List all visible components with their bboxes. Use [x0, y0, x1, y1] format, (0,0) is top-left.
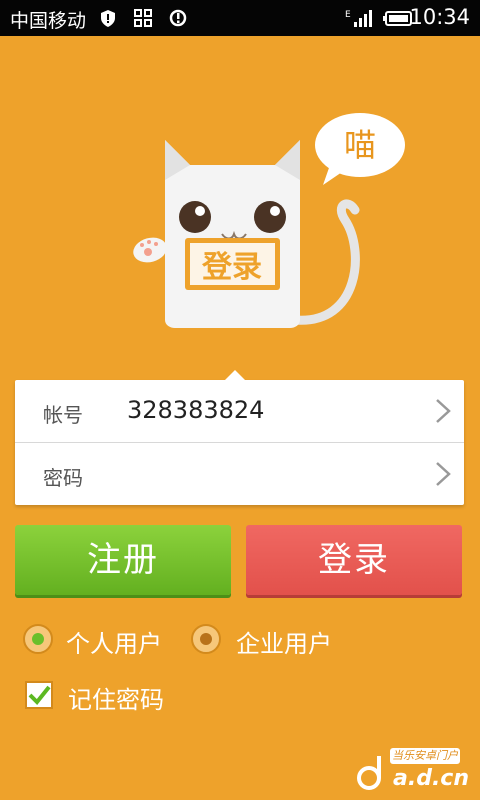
register-button[interactable]: 注册 — [15, 525, 231, 595]
form-pointer — [225, 370, 245, 380]
remember-password-checkbox[interactable] — [25, 681, 53, 709]
check-icon — [28, 685, 51, 705]
signal-icon: E — [345, 10, 372, 27]
watermark-bottom-text: a.d.cn — [393, 766, 470, 791]
speech-text: 喵 — [344, 126, 376, 164]
watermark-top-text: 当乐安卓门户 — [390, 748, 460, 764]
password-label: 密码 — [43, 466, 83, 490]
carrier-name: 中国移动 — [10, 10, 87, 32]
status-bar: 中国移动 E 10:34 — [0, 0, 480, 36]
radio-selected-dot — [32, 633, 44, 645]
account-input[interactable]: 328383824 — [127, 396, 264, 424]
app-grid-icon — [134, 9, 152, 27]
svg-text:E: E — [345, 10, 351, 20]
sync-icon — [169, 9, 187, 27]
enterprise-user-label[interactable]: 企业用户 — [236, 624, 332, 659]
personal-user-radio[interactable] — [23, 624, 53, 654]
speech-bubble: 喵 — [315, 113, 405, 185]
chevron-right-icon — [436, 399, 451, 423]
account-field[interactable]: 帐号 328383824 — [15, 380, 464, 442]
radio-unselected-dot — [200, 633, 212, 645]
dcn-logo-icon — [357, 756, 381, 790]
account-label: 帐号 — [43, 403, 83, 427]
cat-mascot: 喵 登录 — [133, 113, 405, 328]
clock: 10:34 — [409, 5, 470, 29]
watermark: 当乐安卓门户 a.d.cn — [355, 748, 475, 796]
remember-password-label[interactable]: 记住密码 — [68, 680, 164, 715]
sign-text: 登录 — [201, 250, 262, 285]
shield-icon — [101, 10, 115, 27]
chevron-right-icon — [436, 462, 451, 486]
enterprise-user-radio[interactable] — [191, 624, 221, 654]
personal-user-label[interactable]: 个人用户 — [66, 624, 162, 659]
login-form: 帐号 328383824 密码 — [15, 370, 464, 505]
login-button[interactable]: 登录 — [246, 525, 462, 595]
password-field[interactable]: 密码 — [15, 443, 464, 505]
